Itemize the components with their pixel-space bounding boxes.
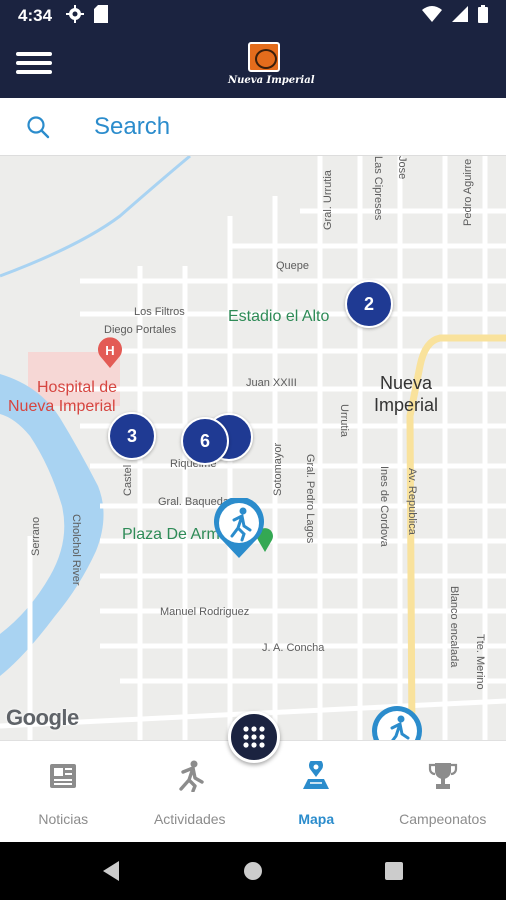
- street-label: Tte. Merino: [474, 634, 486, 690]
- nav-item-mapa[interactable]: Mapa: [253, 741, 380, 842]
- map-pin-icon: [301, 759, 331, 793]
- street-label: Ines de Cordova: [378, 466, 390, 547]
- street-label: Sotomayor: [272, 442, 284, 496]
- nav-item-actividades[interactable]: Actividades: [127, 741, 254, 842]
- river-label: Cholchol River: [70, 514, 82, 586]
- status-bar: 4:34: [0, 0, 506, 32]
- home-icon[interactable]: [244, 862, 262, 880]
- street-label: Blanco encalada: [448, 586, 460, 668]
- town-label: Nueva Imperial: [374, 372, 438, 416]
- svg-text:H: H: [105, 343, 114, 358]
- app-bar: Nueva Imperial: [0, 32, 506, 98]
- hamburger-menu-icon[interactable]: [16, 48, 52, 82]
- map-view[interactable]: Quepe Los Filtros Diego Portales Juan XX…: [0, 156, 506, 740]
- running-person-pin-icon[interactable]: [370, 704, 424, 740]
- grid-menu-icon: [243, 726, 265, 748]
- recents-icon[interactable]: [385, 862, 403, 880]
- nav-item-campeonatos[interactable]: Campeonatos: [380, 741, 506, 842]
- shield-logo-icon: [248, 42, 280, 72]
- running-person-pin-icon[interactable]: [212, 498, 266, 558]
- logo-text: Nueva Imperial: [228, 75, 315, 86]
- nav-label: Actividades: [153, 811, 226, 827]
- map-cluster-marker[interactable]: 6: [181, 417, 229, 465]
- street-label: Manuel Rodriguez: [160, 606, 250, 618]
- hospital-label-line2: Nueva Imperial: [8, 398, 116, 415]
- search-input[interactable]: Search: [94, 113, 170, 141]
- back-icon[interactable]: [103, 861, 119, 881]
- street-label: Jose: [396, 156, 408, 180]
- status-time: 4:34: [18, 6, 53, 25]
- map-cluster-marker[interactable]: 2: [345, 280, 393, 328]
- signal-icon: [452, 5, 468, 27]
- app-logo: Nueva Imperial: [228, 42, 315, 90]
- street-label: Juan XXIII: [246, 377, 297, 389]
- hospital-label-line1: Hospital de: [37, 379, 118, 396]
- trophy-icon: [428, 759, 458, 793]
- street-label: Las Cipreses: [372, 156, 384, 221]
- hospital-label[interactable]: Hospital de Nueva Imperial: [8, 378, 117, 416]
- gear-icon: [66, 4, 85, 28]
- nav-item-noticias[interactable]: Noticias: [0, 741, 127, 842]
- street-label: Diego Portales: [104, 324, 177, 336]
- street-label: Serrano: [30, 516, 42, 556]
- hospital-marker-icon[interactable]: H: [96, 336, 124, 368]
- street-label: Quepe: [276, 260, 310, 272]
- street-label: Pedro Aguirre: [462, 158, 474, 226]
- map-cluster-marker[interactable]: 3: [108, 412, 156, 460]
- street-label: Gral. Urrutia: [322, 170, 334, 230]
- sd-card-icon: [94, 4, 109, 28]
- google-attribution-logo: Google: [6, 705, 79, 730]
- grid-menu-button[interactable]: [228, 711, 280, 763]
- nav-label: Mapa: [298, 811, 335, 827]
- system-navigation-bar: [0, 842, 506, 900]
- street-label: Castel: [122, 464, 134, 496]
- newspaper-icon: [49, 759, 77, 793]
- street-label: Los Filtros: [134, 306, 185, 318]
- street-label: Gral. Pedro Lagos: [304, 454, 316, 544]
- battery-icon: [478, 4, 488, 28]
- street-label: J. A. Concha: [262, 642, 325, 654]
- running-person-icon: [175, 759, 205, 793]
- street-label: Urrutia: [338, 404, 350, 438]
- search-icon[interactable]: [26, 115, 50, 144]
- map-canvas: [0, 156, 506, 740]
- nav-label: Noticias: [38, 811, 89, 827]
- stadium-label[interactable]: Estadio el Alto: [228, 308, 329, 326]
- town-label-line1: Nueva: [380, 373, 433, 393]
- wifi-icon: [422, 5, 442, 27]
- street-label: Av. Republica: [406, 468, 418, 535]
- search-bar[interactable]: Search: [0, 98, 506, 156]
- nav-label: Campeonatos: [399, 811, 487, 827]
- town-label-line2: Imperial: [374, 395, 439, 415]
